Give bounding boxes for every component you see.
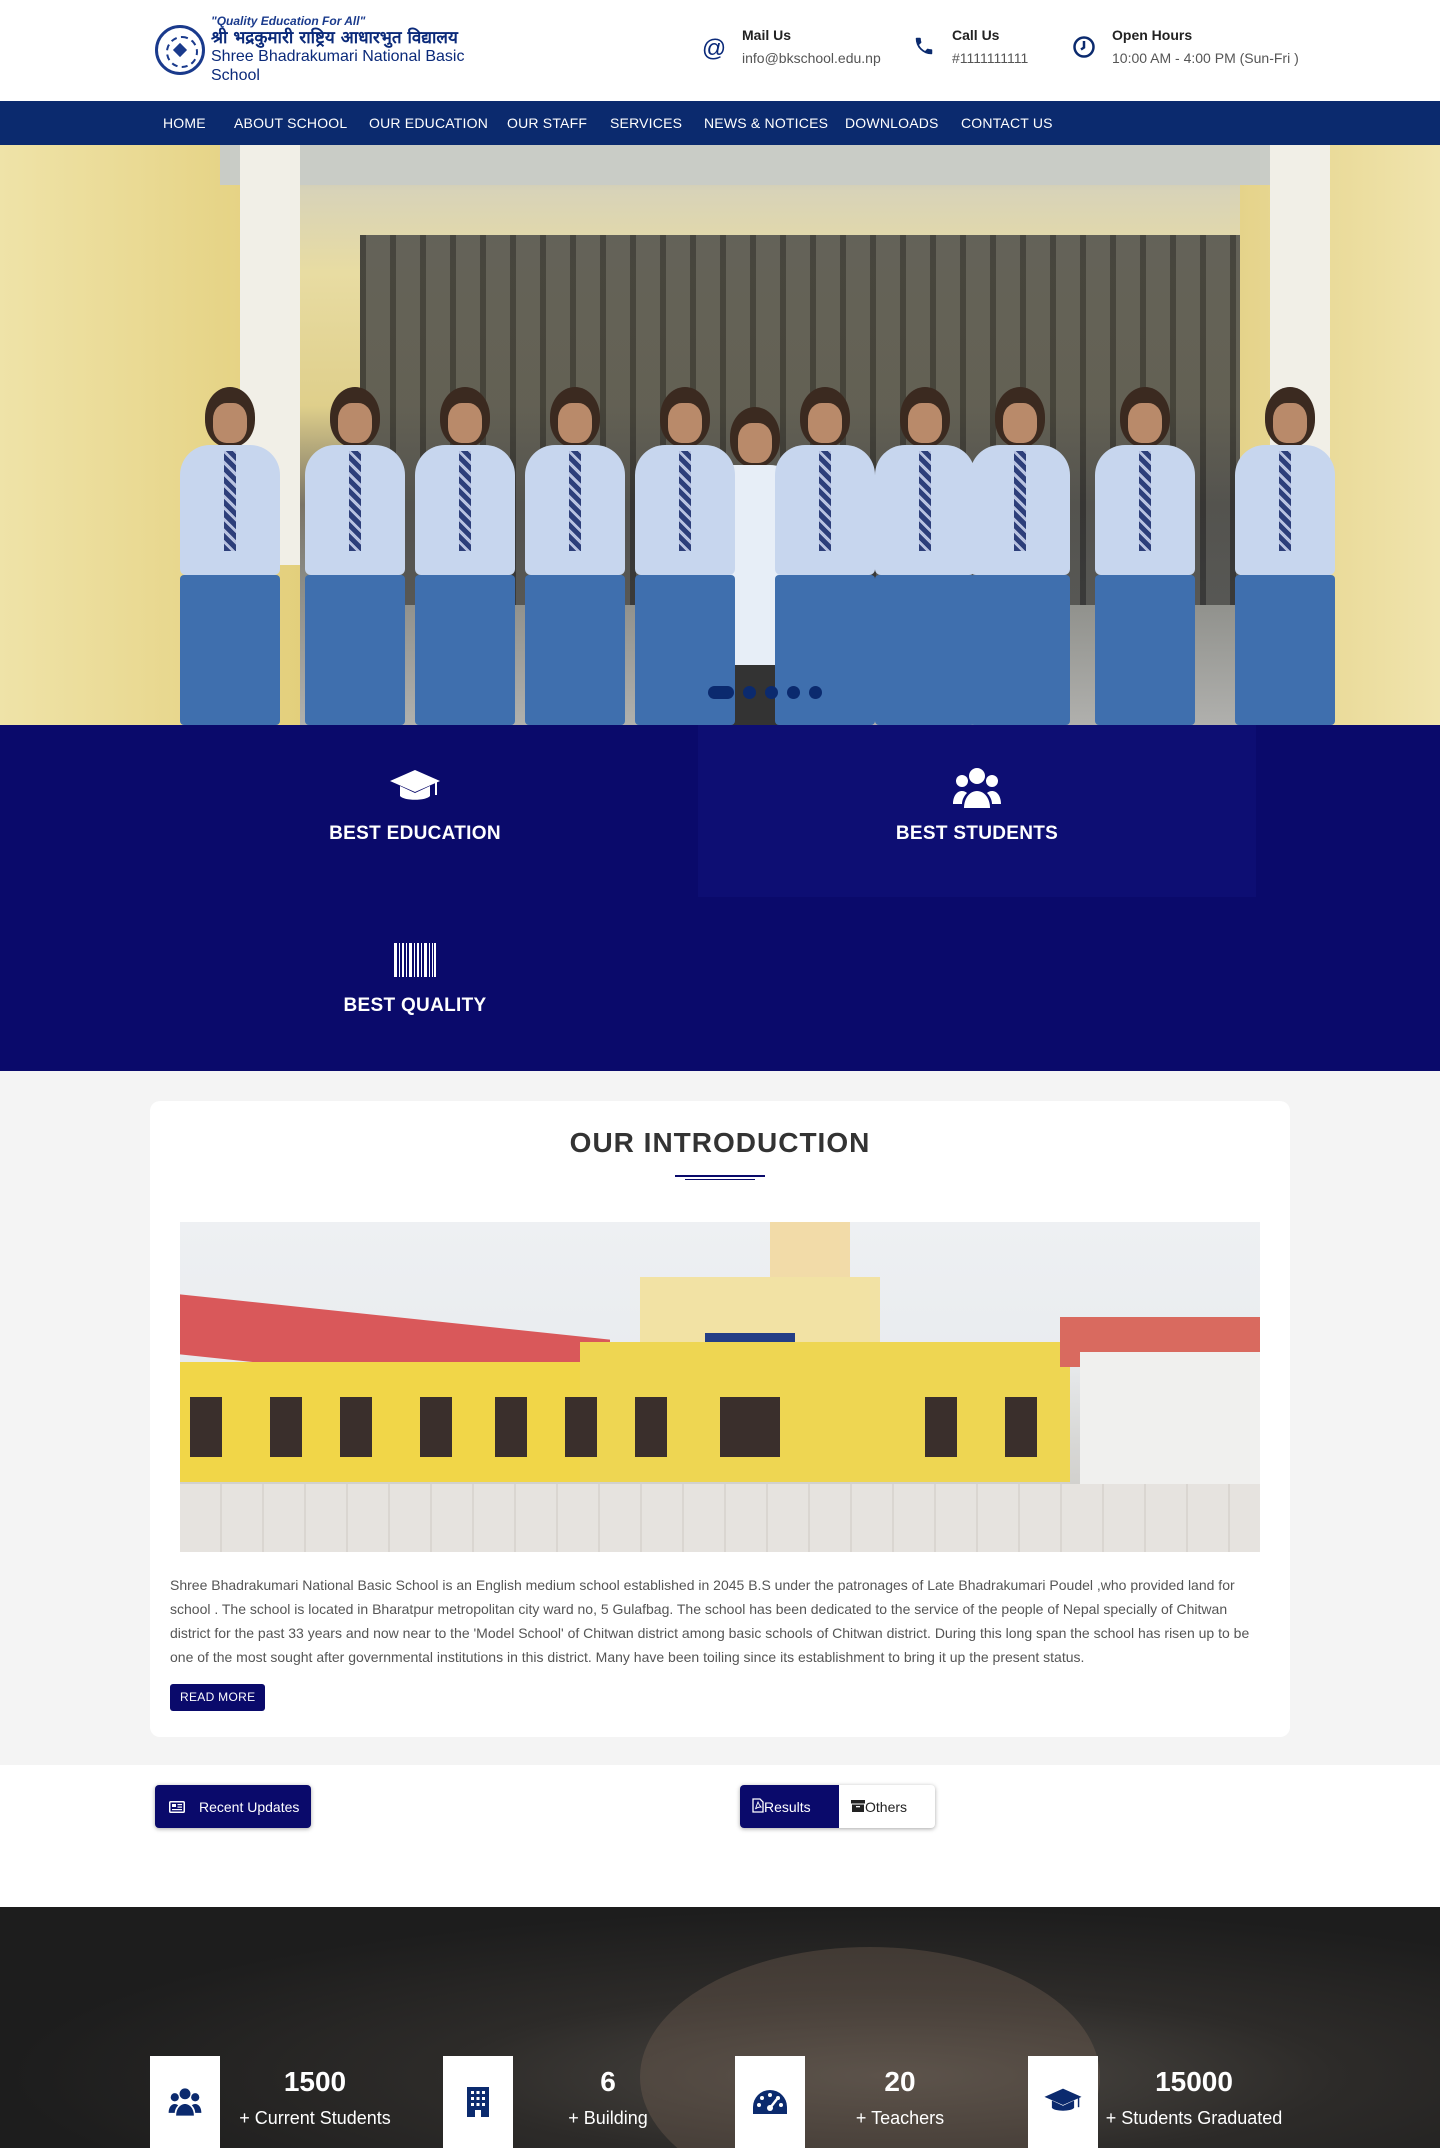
stats-section: 1500 + Current Students 6 + Building 20 … — [0, 1907, 1440, 2148]
nav-news-notices[interactable]: NEWS & NOTICES — [704, 101, 828, 145]
barcode-icon — [385, 937, 445, 983]
read-more-button[interactable]: READ MORE — [170, 1684, 266, 1711]
stat-label: + Students Graduated — [1105, 2108, 1283, 2128]
archive-icon — [851, 1799, 865, 1815]
at-icon: @ — [701, 35, 727, 62]
recent-updates-button[interactable]: Recent Updates — [155, 1785, 311, 1828]
nav-our-education[interactable]: OUR EDUCATION — [369, 101, 488, 145]
school-seal-icon — [155, 25, 205, 75]
contact-mail-value[interactable]: info@bkschool.edu.np — [742, 50, 881, 66]
stat-number: 6 — [600, 2066, 616, 2097]
title-underline — [675, 1175, 765, 1180]
stat-number: 1500 — [283, 2066, 347, 2097]
building-icon — [443, 2056, 513, 2148]
school-building-photo — [180, 1222, 1260, 1552]
slider-dot[interactable] — [708, 686, 734, 699]
slider-dots — [708, 686, 822, 699]
nav-contact-us[interactable]: CONTACT US — [961, 101, 1053, 145]
stat-current-students: 1500 + Current Students — [150, 2056, 410, 2148]
introduction-card: OUR INTRODUCTION Shree Bhadrakumari Nati… — [150, 1101, 1290, 1737]
stat-label: + Building — [568, 2108, 648, 2128]
feature-title: BEST EDUCATION — [329, 823, 501, 844]
stat-number: 15000 — [1155, 2066, 1233, 2097]
logo-name-nepali: श्री भद्रकुमारी राष्ट्रिय आधारभुत विद्या… — [211, 27, 458, 48]
contact-mail-label: Mail Us — [742, 27, 792, 43]
stat-building: 6 + Building — [443, 2056, 703, 2148]
stat-label: + Current Students — [239, 2108, 391, 2128]
slider-dot[interactable] — [765, 686, 778, 699]
introduction-section: OUR INTRODUCTION Shree Bhadrakumari Nati… — [0, 1071, 1440, 1765]
file-pdf-icon — [752, 1797, 764, 1816]
top-header: "Quality Education For All" श्री भद्रकुम… — [0, 0, 1440, 101]
clock-icon — [1070, 35, 1098, 63]
contact-phone: Call Us #1111111111 — [910, 27, 1028, 66]
dashboard-icon — [735, 2056, 805, 2148]
tab-results-label: Results — [764, 1798, 811, 1815]
feature-best-education: BEST EDUCATION — [136, 725, 694, 897]
tab-others-label: Others — [865, 1798, 908, 1815]
graduation-cap-icon — [385, 765, 445, 811]
graduation-cap-icon — [1028, 2056, 1098, 2148]
features-section: BEST EDUCATION BEST STUDENTS BEST QUALIT… — [0, 725, 1440, 1071]
recent-updates-label: Recent Updates — [199, 1798, 300, 1815]
nav-downloads[interactable]: DOWNLOADS — [845, 101, 939, 145]
contact-phone-value[interactable]: #1111111111 — [952, 50, 1028, 66]
section-title: OUR INTRODUCTION — [569, 1127, 871, 1158]
nav-our-staff[interactable]: OUR STAFF — [507, 101, 587, 145]
school-logo[interactable]: "Quality Education For All" श्री भद्रकुम… — [155, 14, 495, 84]
contact-phone-label: Call Us — [952, 27, 1000, 43]
updates-section: Recent Updates Results Others — [0, 1765, 1440, 1907]
stat-label: + Teachers — [855, 2108, 945, 2128]
stat-teachers: 20 + Teachers — [735, 2056, 995, 2148]
feature-title: BEST STUDENTS — [895, 823, 1059, 844]
hero-slider[interactable] — [0, 145, 1440, 725]
nav-services[interactable]: SERVICES — [610, 101, 682, 145]
tab-others[interactable]: Others — [839, 1785, 935, 1828]
stat-number: 20 — [884, 2066, 916, 2097]
feature-best-quality: BEST QUALITY — [136, 897, 694, 1069]
main-navigation: HOME ABOUT SCHOOL OUR EDUCATION OUR STAF… — [0, 101, 1440, 145]
feature-title: BEST QUALITY — [343, 995, 487, 1016]
newspaper-icon — [169, 1799, 185, 1815]
slider-dot[interactable] — [743, 686, 756, 699]
stat-students-graduated: 15000 + Students Graduated — [1028, 2056, 1290, 2148]
users-icon — [947, 765, 1007, 811]
contact-hours-value: 10:00 AM - 4:00 PM (Sun-Fri ) — [1112, 50, 1299, 66]
contact-mail: @ Mail Us info@bkschool.edu.np — [700, 27, 881, 66]
users-icon — [150, 2056, 220, 2148]
nav-about-school[interactable]: ABOUT SCHOOL — [234, 101, 347, 145]
contact-hours-label: Open Hours — [1112, 27, 1193, 43]
slider-dot[interactable] — [809, 686, 822, 699]
contact-hours: Open Hours 10:00 AM - 4:00 PM (Sun-Fri ) — [1070, 27, 1299, 66]
logo-name-english: Shree Bhadrakumari National Basic School — [211, 48, 465, 84]
feature-best-students: BEST STUDENTS — [698, 725, 1256, 897]
slider-dot[interactable] — [787, 686, 800, 699]
logo-tagline: "Quality Education For All" — [211, 13, 366, 28]
updates-tabs: Results Others — [740, 1785, 935, 1828]
tab-results[interactable]: Results — [740, 1785, 839, 1828]
introduction-text: Shree Bhadrakumari National Basic School… — [170, 1577, 1250, 1665]
nav-home[interactable]: HOME — [163, 101, 206, 145]
phone-icon — [910, 35, 938, 63]
